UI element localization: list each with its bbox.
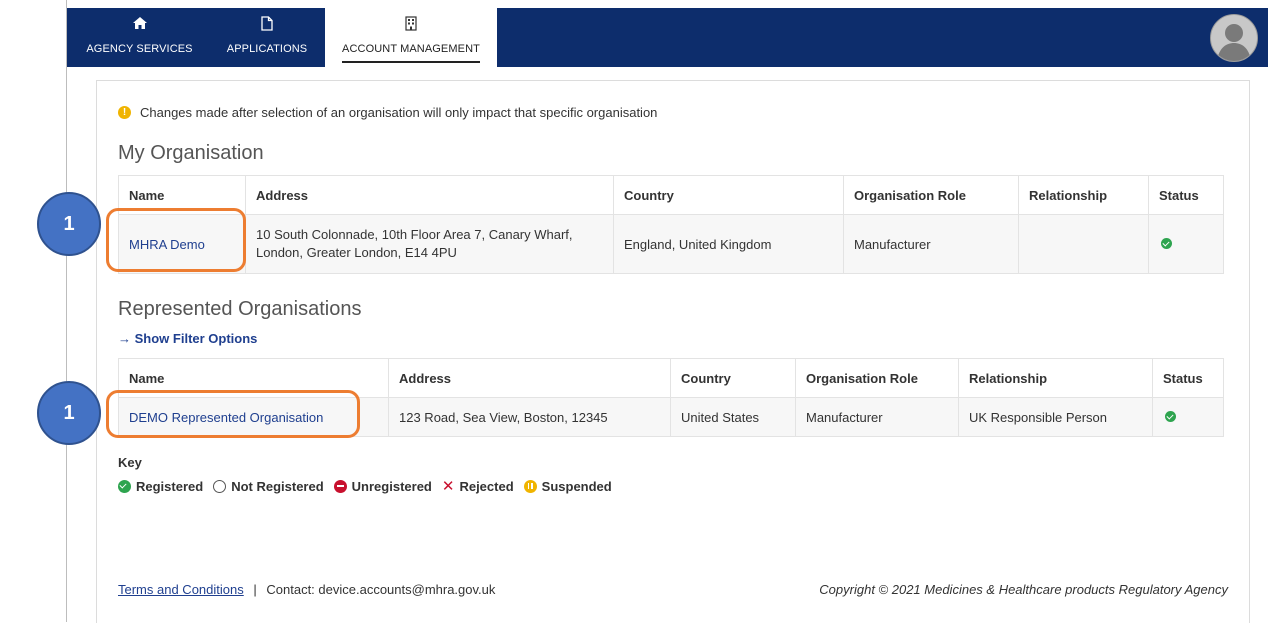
key-item-not-registered: Not Registered: [213, 478, 324, 494]
key-item-registered: Registered: [118, 479, 203, 494]
key-label: Rejected: [459, 478, 514, 494]
content-panel: [96, 80, 1250, 623]
status-key: Registered Not Registered Unregistered ✕…: [118, 477, 622, 495]
table-header-row: Name Address Country Organisation Role R…: [118, 175, 1224, 215]
org-address-cell: 123 Road, Sea View, Boston, 12345: [388, 397, 671, 437]
org-status-cell: [1148, 214, 1224, 274]
warning-icon: !: [118, 106, 131, 119]
home-icon: [132, 16, 148, 33]
column-header: Country: [670, 358, 796, 398]
represented-organisations-heading: Represented Organisations: [118, 298, 362, 320]
registered-status-icon: [1165, 410, 1176, 422]
top-navbar: AGENCY SERVICES APPLICATIONS ACCOUNT MAN…: [67, 8, 1268, 67]
org-address-cell: 10 South Colonnade, 10th Floor Area 7, C…: [245, 214, 614, 274]
org-relationship-cell: [1018, 214, 1149, 274]
footer-separator: |: [253, 582, 257, 597]
org-status-cell: [1152, 397, 1224, 437]
key-item-unregistered: Unregistered: [333, 478, 432, 494]
arrow-right-icon: →: [118, 331, 131, 346]
terms-link[interactable]: Terms and Conditions: [118, 582, 244, 597]
nav-account-management-label: ACCOUNT MANAGEMENT: [342, 43, 480, 63]
registered-status-icon: [1161, 237, 1172, 249]
column-header: Organisation Role: [843, 175, 1019, 215]
column-header: Address: [245, 175, 614, 215]
column-header: Country: [613, 175, 844, 215]
pause-icon: [523, 479, 537, 493]
nav-account-management-label-wrap: ACCOUNT MANAGEMENT: [325, 43, 497, 63]
table-row: MHRA Demo 10 South Colonnade, 10th Floor…: [118, 214, 1224, 274]
key-label: Suspended: [541, 478, 612, 494]
highlight-box: [106, 390, 360, 438]
nav-applications-label: APPLICATIONS: [226, 43, 308, 55]
empty-circle-icon: [213, 479, 227, 493]
callout-badge: 1: [37, 381, 101, 445]
key-item-suspended: Suspended: [523, 478, 612, 494]
my-organisation-heading: My Organisation: [118, 142, 264, 164]
cross-icon: ✕: [441, 478, 455, 495]
my-organisation-table: Name Address Country Organisation Role R…: [118, 175, 1224, 274]
org-country-cell: England, United Kingdom: [613, 214, 844, 274]
organisation-notice: ! Changes made after selection of an org…: [118, 105, 657, 120]
org-role-cell: Manufacturer: [795, 397, 959, 437]
column-header: Status: [1152, 358, 1224, 398]
building-icon: [405, 16, 417, 34]
page-left-border: [66, 0, 67, 622]
nav-agency-services[interactable]: AGENCY SERVICES: [82, 8, 197, 67]
column-header: Status: [1148, 175, 1224, 215]
key-label: Registered: [136, 478, 204, 494]
column-header: Relationship: [958, 358, 1153, 398]
nav-agency-services-label: AGENCY SERVICES: [86, 43, 193, 55]
registered-icon: [118, 479, 131, 493]
no-entry-icon: [333, 479, 347, 493]
document-icon: [261, 16, 273, 34]
key-label: Not Registered: [231, 478, 324, 494]
column-header: Organisation Role: [795, 358, 959, 398]
footer-left: Terms and Conditions | Contact: device.a…: [118, 582, 495, 597]
nav-account-management[interactable]: ACCOUNT MANAGEMENT: [325, 8, 497, 67]
column-header: Address: [388, 358, 671, 398]
org-role-cell: Manufacturer: [843, 214, 1019, 274]
nav-applications[interactable]: APPLICATIONS: [217, 8, 317, 67]
key-heading: Key: [118, 455, 142, 470]
callout-badge: 1: [37, 192, 101, 256]
org-country-cell: United States: [670, 397, 796, 437]
org-relationship-cell: UK Responsible Person: [958, 397, 1153, 437]
footer-contact: Contact: device.accounts@mhra.gov.uk: [266, 582, 496, 597]
notice-text: Changes made after selection of an organ…: [140, 105, 658, 120]
key-item-rejected: ✕ Rejected: [442, 477, 514, 495]
key-label: Unregistered: [351, 478, 432, 494]
filter-link-label: Show Filter Options: [134, 331, 258, 346]
highlight-box: [106, 208, 246, 272]
show-filter-options-link[interactable]: → Show Filter Options: [118, 331, 257, 346]
user-avatar-icon[interactable]: [1210, 14, 1258, 62]
footer-copyright: Copyright © 2021 Medicines & Healthcare …: [819, 582, 1228, 597]
column-header: Relationship: [1018, 175, 1149, 215]
